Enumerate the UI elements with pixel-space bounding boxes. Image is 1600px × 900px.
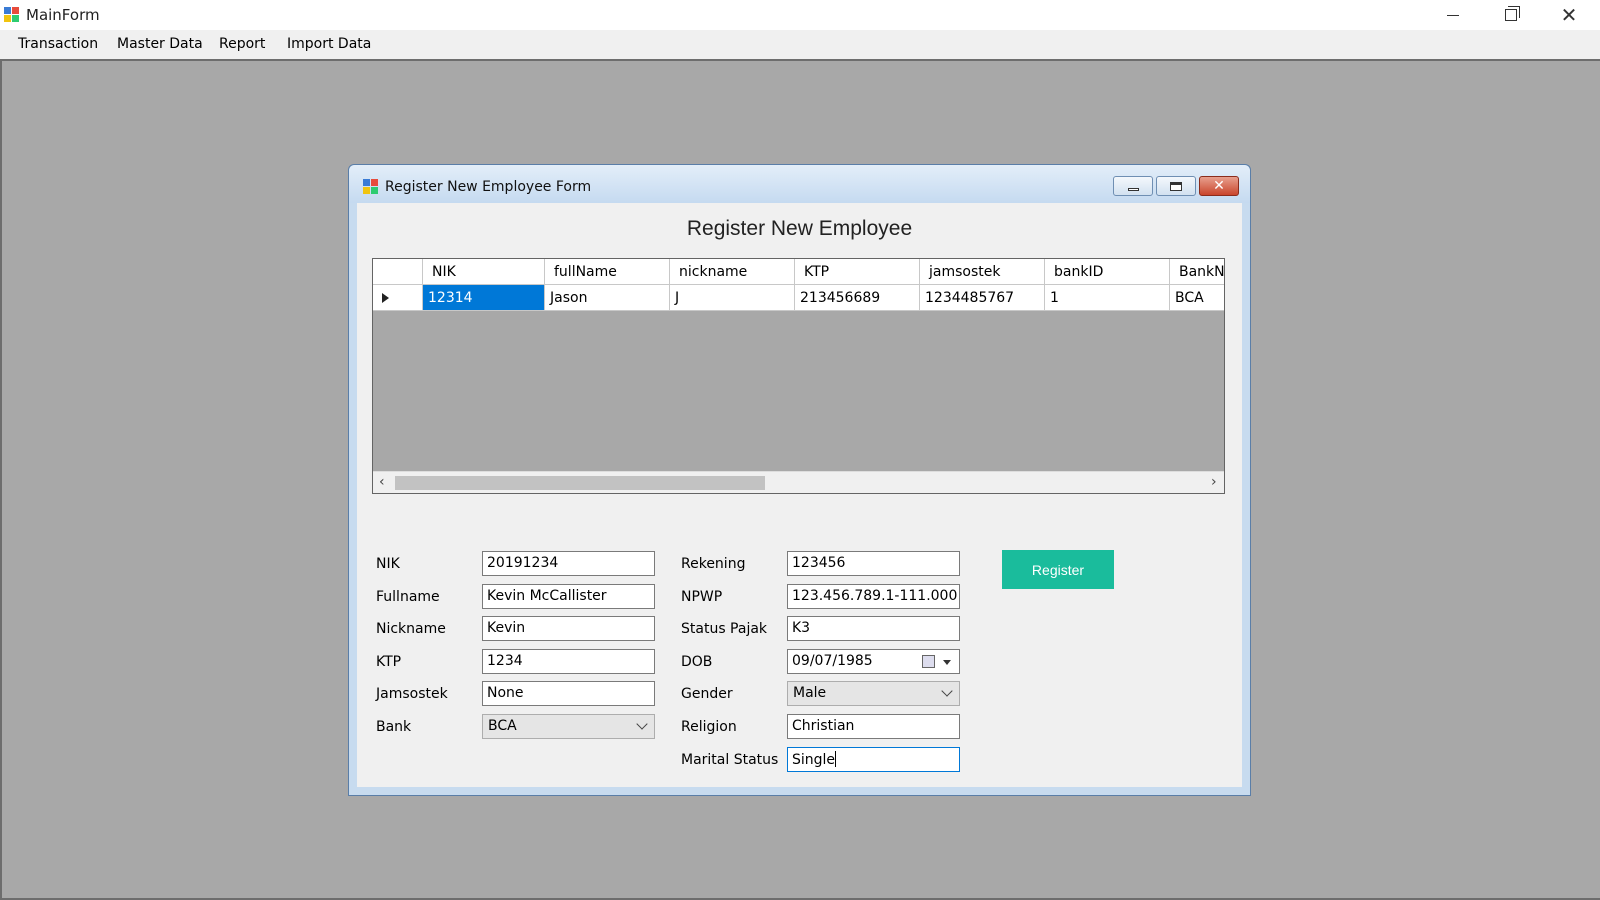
cell-fullname[interactable]: Jason xyxy=(545,285,670,311)
menu-master-data[interactable]: Master Data xyxy=(117,36,203,52)
form-icon xyxy=(363,179,379,195)
label-npwp: NPWP xyxy=(681,589,723,605)
form-heading: Register New Employee xyxy=(686,217,913,240)
close-icon: ✕ xyxy=(1213,178,1225,194)
label-nik: NIK xyxy=(376,556,400,572)
cell-jamsostek[interactable]: 1234485767 xyxy=(920,285,1045,311)
main-titlebar: MainForm ✕ xyxy=(0,0,1600,30)
label-rekening: Rekening xyxy=(681,556,746,572)
label-jamsostek: Jamsostek xyxy=(376,686,448,702)
bank-select[interactable]: BCA xyxy=(482,714,655,739)
dob-datepicker[interactable]: 09/07/1985 xyxy=(787,649,960,674)
scrollbar-thumb[interactable] xyxy=(395,476,765,490)
gender-select-value: Male xyxy=(793,685,827,701)
scroll-left-icon[interactable]: ‹ xyxy=(379,474,385,490)
menu-import-data[interactable]: Import Data xyxy=(287,36,371,52)
restore-icon xyxy=(1505,6,1520,21)
minimize-icon xyxy=(1447,14,1459,16)
label-marital-status: Marital Status xyxy=(681,752,779,768)
column-header-nickname[interactable]: nickname xyxy=(670,259,795,285)
cell-nickname[interactable]: J xyxy=(670,285,795,311)
main-window-title: MainForm xyxy=(26,6,100,24)
bank-select-value: BCA xyxy=(488,718,517,734)
religion-input[interactable]: Christian xyxy=(787,714,960,739)
cell-nik[interactable]: 12314 xyxy=(423,285,545,311)
table-row[interactable]: 12314 Jason J 213456689 1234485767 1 BCA xyxy=(373,285,1224,311)
row-pointer-icon xyxy=(382,293,389,303)
label-fullname: Fullname xyxy=(376,589,440,605)
app-icon xyxy=(4,7,20,23)
label-bank: Bank xyxy=(376,719,412,735)
gender-select[interactable]: Male xyxy=(787,681,960,706)
dob-value: 09/07/1985 xyxy=(792,653,873,669)
child-window-title: Register New Employee Form xyxy=(385,179,592,195)
register-employee-window: Register New Employee Form ✕ Register Ne… xyxy=(348,164,1251,796)
grid-horizontal-scrollbar[interactable]: ‹ › xyxy=(373,471,1224,493)
child-maximize-button[interactable] xyxy=(1156,176,1196,196)
column-header-nik[interactable]: NIK xyxy=(423,259,545,285)
label-gender: Gender xyxy=(681,686,733,702)
fullname-input[interactable]: Kevin McCallister xyxy=(482,584,655,609)
form-client-area: Register New Employee NIK fullName nickn… xyxy=(357,203,1242,787)
dropdown-arrow-icon[interactable] xyxy=(943,660,951,665)
chevron-down-icon xyxy=(636,718,648,730)
restore-button[interactable] xyxy=(1482,0,1540,30)
npwp-input[interactable]: 123.456.789.1-111.000 xyxy=(787,584,960,609)
grid-header: NIK fullName nickname KTP jamsostek bank… xyxy=(373,259,1224,285)
label-status-pajak: Status Pajak xyxy=(681,621,768,637)
label-dob: DOB xyxy=(681,654,713,670)
marital-status-input[interactable]: Single xyxy=(787,747,960,772)
column-header-fullname[interactable]: fullName xyxy=(545,259,670,285)
label-nickname: Nickname xyxy=(376,621,446,637)
menu-bar: Transaction Master Data Report Import Da… xyxy=(0,30,1600,59)
grid-corner-header[interactable] xyxy=(373,259,423,285)
close-icon: ✕ xyxy=(1560,3,1578,27)
column-header-jamsostek[interactable]: jamsostek xyxy=(920,259,1045,285)
child-titlebar[interactable]: Register New Employee Form ✕ xyxy=(349,165,1250,203)
marital-status-value: Single xyxy=(792,752,836,768)
cell-bankname[interactable]: BCA xyxy=(1170,285,1224,311)
register-button[interactable]: Register xyxy=(1002,550,1114,589)
text-caret xyxy=(835,751,837,767)
minimize-button[interactable] xyxy=(1424,0,1482,30)
cell-bankid[interactable]: 1 xyxy=(1045,285,1170,311)
close-button[interactable]: ✕ xyxy=(1540,0,1598,30)
chevron-down-icon xyxy=(941,685,953,697)
label-religion: Religion xyxy=(681,719,737,735)
menu-transaction[interactable]: Transaction xyxy=(18,36,98,52)
ktp-input[interactable]: 1234 xyxy=(482,649,655,674)
nickname-input[interactable]: Kevin xyxy=(482,616,655,641)
maximize-icon xyxy=(1170,181,1182,191)
status-pajak-input[interactable]: K3 xyxy=(787,616,960,641)
column-header-ktp[interactable]: KTP xyxy=(795,259,920,285)
cell-ktp[interactable]: 213456689 xyxy=(795,285,920,311)
label-ktp: KTP xyxy=(376,654,402,670)
rekening-input[interactable]: 123456 xyxy=(787,551,960,576)
column-header-bankid[interactable]: bankID xyxy=(1045,259,1170,285)
nik-input[interactable]: 20191234 xyxy=(482,551,655,576)
employee-grid[interactable]: NIK fullName nickname KTP jamsostek bank… xyxy=(372,258,1225,494)
minimize-icon xyxy=(1127,187,1139,191)
jamsostek-input[interactable]: None xyxy=(482,681,655,706)
child-close-button[interactable]: ✕ xyxy=(1199,176,1239,196)
scroll-right-icon[interactable]: › xyxy=(1211,474,1217,490)
calendar-icon[interactable] xyxy=(922,655,935,668)
column-header-bankname[interactable]: BankN xyxy=(1170,259,1224,285)
row-header[interactable] xyxy=(373,285,423,311)
child-minimize-button[interactable] xyxy=(1113,176,1153,196)
menu-report[interactable]: Report xyxy=(219,36,265,52)
